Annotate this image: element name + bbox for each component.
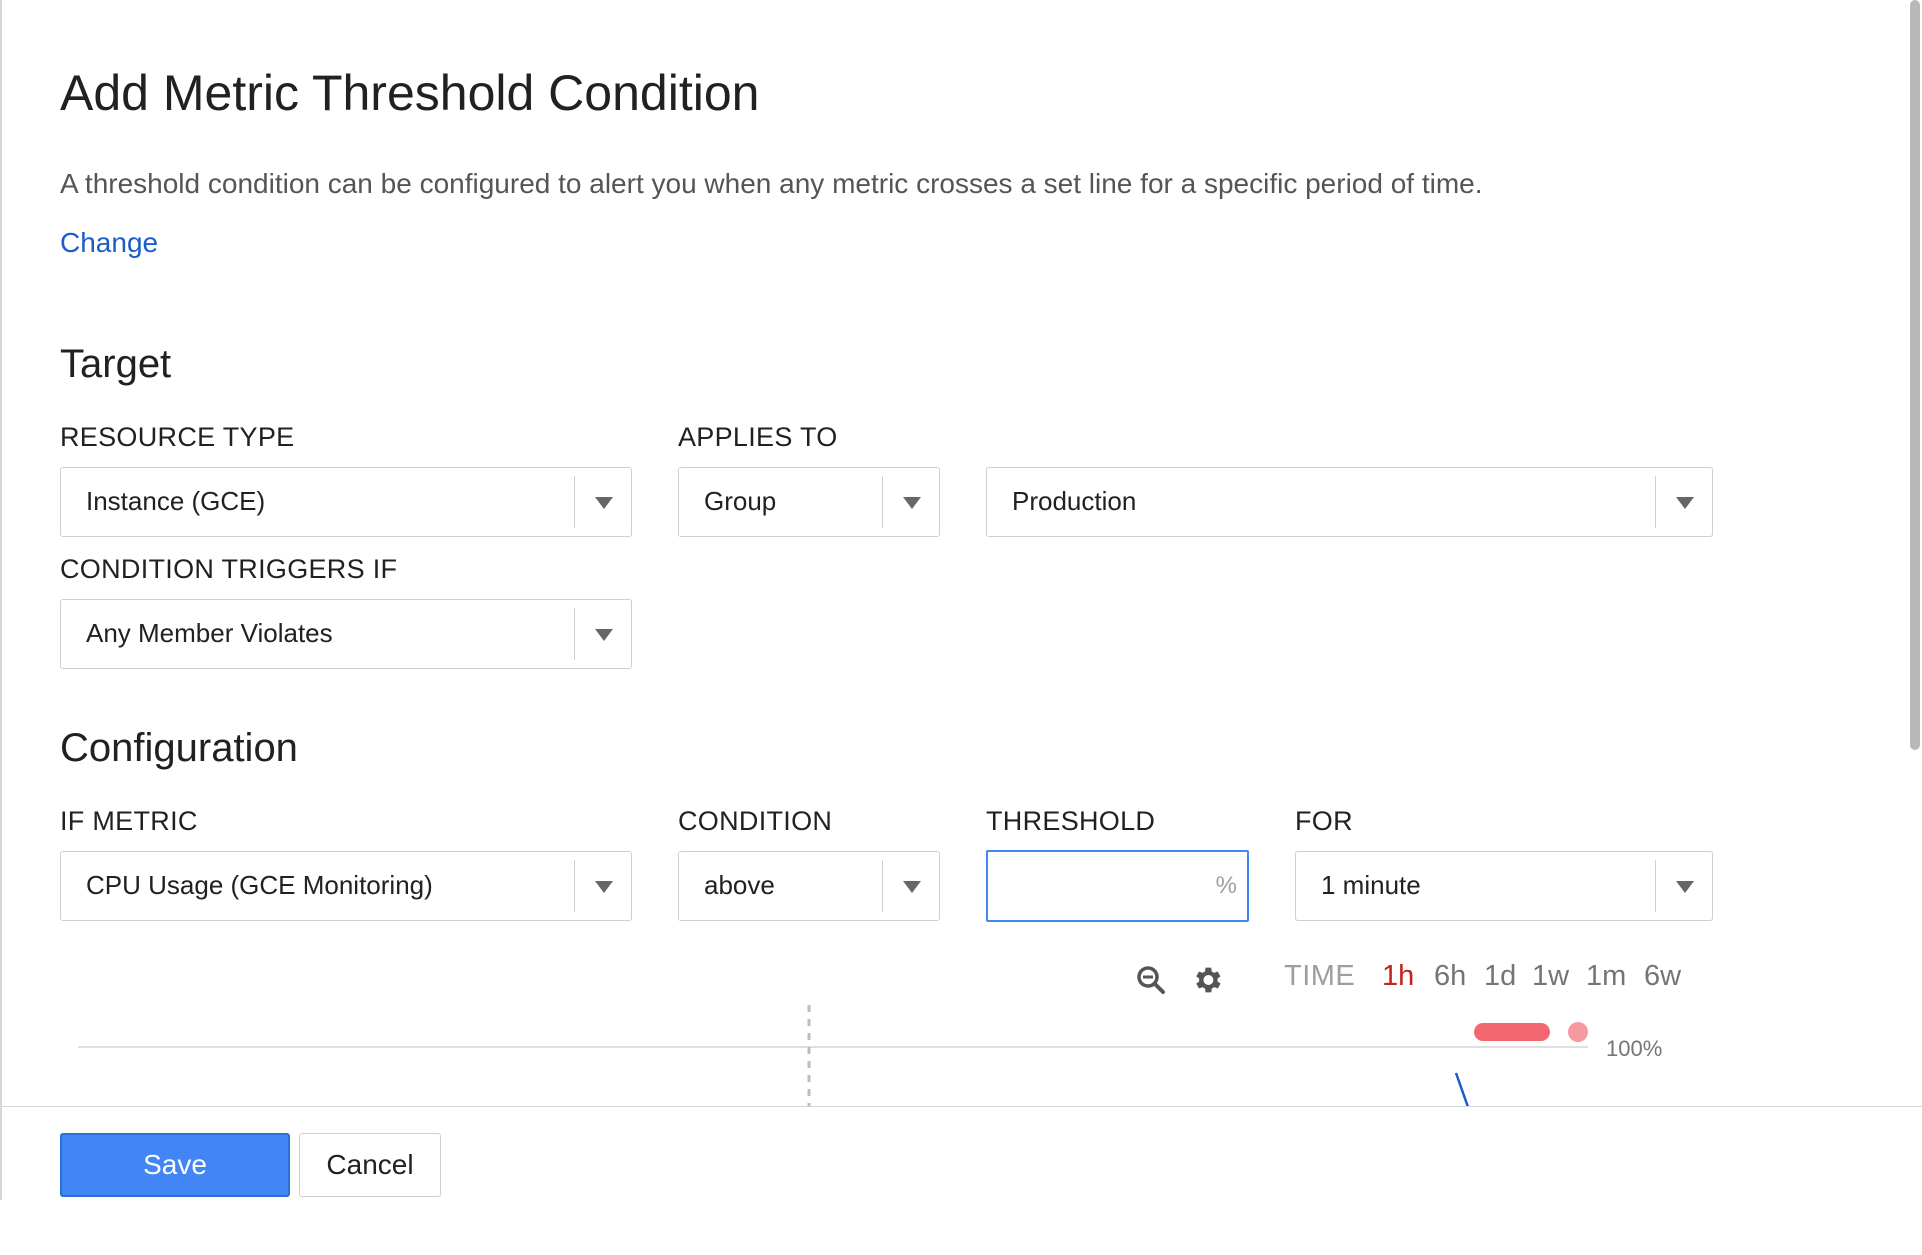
chart-y-tick: 100%	[1606, 1036, 1663, 1061]
applies-to-label: APPLIES TO	[678, 422, 838, 452]
applies-to-group-value: Production	[1012, 486, 1137, 516]
threshold-input[interactable]	[996, 860, 1207, 912]
chevron-down-icon	[595, 881, 613, 893]
applies-to-group-select[interactable]: Production	[986, 467, 1713, 537]
add-condition-dialog: Add Metric Threshold Condition A thresho…	[0, 0, 1922, 1240]
dialog-description: A threshold condition can be configured …	[60, 168, 1483, 199]
select-divider	[1654, 476, 1656, 528]
threshold-marker[interactable]	[1474, 1023, 1550, 1041]
dialog-content: Add Metric Threshold Condition A thresho…	[60, 0, 1922, 1107]
if-metric-value: CPU Usage (GCE Monitoring)	[86, 870, 433, 900]
chevron-down-icon	[595, 497, 613, 509]
dialog-title: Add Metric Threshold Condition	[60, 65, 760, 121]
time-option-6h[interactable]: 6h	[1434, 960, 1466, 993]
scrollbar-thumb[interactable]	[1910, 0, 1920, 750]
time-option-1h[interactable]: 1h	[1382, 960, 1414, 993]
select-divider	[573, 608, 575, 660]
applies-to-type-value: Group	[704, 486, 777, 516]
metric-chart	[78, 1005, 1588, 1107]
save-condition-button[interactable]: Save Condition	[60, 1133, 290, 1240]
if-metric-label: IF METRIC	[60, 806, 198, 836]
threshold-handle[interactable]	[1568, 1022, 1588, 1042]
select-divider	[1654, 860, 1656, 912]
for-duration-value: 1 minute	[1321, 870, 1421, 900]
time-option-1m[interactable]: 1m	[1586, 960, 1626, 993]
chevron-down-icon	[903, 497, 921, 509]
select-divider	[881, 476, 883, 528]
if-metric-select[interactable]: CPU Usage (GCE Monitoring)	[60, 851, 632, 921]
condition-select[interactable]: above	[678, 851, 940, 921]
chevron-down-icon	[595, 629, 613, 641]
for-label: FOR	[1295, 806, 1353, 836]
chevron-down-icon	[1676, 497, 1694, 509]
select-divider	[573, 476, 575, 528]
target-heading: Target	[60, 342, 172, 386]
select-divider	[573, 860, 575, 912]
condition-label: CONDITION	[678, 806, 833, 836]
condition-triggers-select[interactable]: Any Member Violates	[60, 599, 632, 669]
configuration-heading: Configuration	[60, 726, 298, 770]
select-divider	[881, 860, 883, 912]
cancel-button[interactable]: Cancel	[299, 1133, 441, 1197]
time-option-1w[interactable]: 1w	[1532, 960, 1569, 993]
threshold-label: THRESHOLD	[986, 806, 1156, 836]
resource-type-label: RESOURCE TYPE	[60, 422, 295, 452]
chevron-down-icon	[903, 881, 921, 893]
condition-triggers-label: CONDITION TRIGGERS IF	[60, 554, 398, 584]
gear-icon[interactable]	[1190, 963, 1224, 997]
dialog-footer: Save Condition Cancel	[2, 1106, 1922, 1240]
resource-type-value: Instance (GCE)	[86, 486, 266, 516]
condition-value: above	[704, 870, 775, 900]
resource-type-select[interactable]: Instance (GCE)	[60, 467, 632, 537]
for-duration-select[interactable]: 1 minute	[1295, 851, 1713, 921]
time-range-label: TIME	[1284, 960, 1356, 992]
change-link[interactable]: Change	[60, 227, 158, 259]
condition-triggers-value: Any Member Violates	[86, 618, 333, 648]
metric-series-line	[1454, 1072, 1470, 1107]
scrollbar[interactable]	[1908, 0, 1922, 750]
applies-to-type-select[interactable]: Group	[678, 467, 940, 537]
chevron-down-icon	[1676, 881, 1694, 893]
zoom-out-icon[interactable]	[1134, 963, 1168, 997]
threshold-field[interactable]: %	[986, 850, 1249, 922]
time-option-1d[interactable]: 1d	[1484, 960, 1516, 993]
time-option-6w[interactable]: 6w	[1644, 960, 1681, 993]
threshold-unit: %	[1215, 872, 1237, 899]
